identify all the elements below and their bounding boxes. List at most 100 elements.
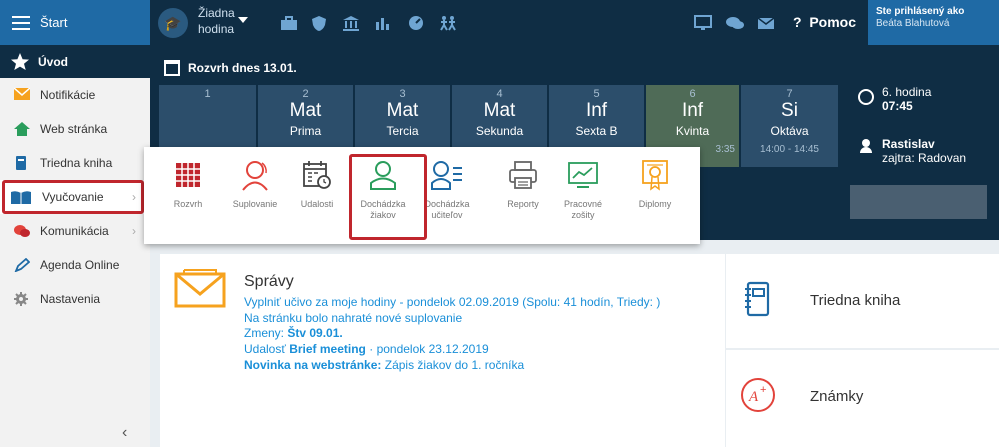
- current-hour: 6. hodina: [882, 85, 932, 99]
- highlight-frame: [349, 154, 427, 240]
- sidebar-item-web-stranka[interactable]: Web stránka: [0, 112, 150, 146]
- envelope-icon: [14, 88, 30, 100]
- subject: Mat: [289, 100, 322, 121]
- grades-label: Známky: [810, 388, 864, 405]
- chat-icon[interactable]: [722, 10, 748, 36]
- screen-share-icon[interactable]: [690, 10, 716, 36]
- message-link[interactable]: Vyplniť učivo za moje hodiny - pondelok …: [244, 295, 660, 309]
- collapse-sidebar-icon[interactable]: ‹: [122, 424, 127, 442]
- substitute-person-icon: [242, 161, 268, 191]
- user-menu[interactable]: Ste prihlásený ako Beáta Blahutová: [868, 0, 999, 45]
- class-name: Tercia: [386, 124, 419, 138]
- help-label: Pomoc: [809, 14, 857, 30]
- class-name: Kvinta: [675, 124, 710, 138]
- submenu-pracovne-zosity[interactable]: Pracovné zošity: [554, 157, 612, 221]
- hour-line1: Žiadna: [198, 6, 235, 20]
- notebook-icon: [745, 281, 770, 317]
- home-icon: [14, 122, 30, 136]
- messages-title: Správy: [244, 273, 294, 290]
- period-number: 3: [399, 88, 406, 100]
- book-icon: [16, 156, 26, 170]
- sidebar-item-uvod[interactable]: Úvod: [0, 45, 150, 78]
- class-name: Prima: [289, 124, 322, 138]
- message-link[interactable]: Novinka na webstránke: Zápis žiakov do 1…: [244, 358, 524, 372]
- subject: Si: [781, 100, 798, 121]
- period-number: 7: [786, 88, 793, 100]
- user-line1: Ste prihlásený ako: [876, 6, 965, 17]
- envelope-icon: [174, 269, 226, 308]
- message-link[interactable]: Udalosť Brief meeting · pondelok 23.12.2…: [244, 342, 489, 356]
- submenu-label: Suplovanie: [232, 199, 278, 209]
- user-name: Beáta Blahutová: [876, 18, 950, 29]
- shield-icon[interactable]: [306, 10, 332, 36]
- submenu-suplovanie[interactable]: Suplovanie: [226, 157, 284, 210]
- message-link[interactable]: Zmeny: Štv 09.01.: [244, 326, 343, 340]
- calendar-grid-icon: [176, 163, 200, 187]
- search-bar[interactable]: [850, 185, 987, 219]
- period-number: 6: [689, 88, 696, 100]
- subject: Mat: [483, 100, 516, 121]
- sidebar-item-triedna-kniha[interactable]: Triedna kniha: [0, 146, 150, 180]
- sidebar-item-label: Notifikácie: [40, 88, 96, 102]
- sidebar: Úvod Notifikácie Web stránka Triedna kni…: [0, 45, 150, 447]
- start-menu-button[interactable]: Štart: [0, 0, 150, 45]
- message-bold: Novinka na webstránke:: [244, 358, 382, 372]
- speedometer-icon[interactable]: [403, 10, 429, 36]
- sidebar-item-notifikacie[interactable]: Notifikácie: [0, 78, 150, 112]
- hour-line2: hodina: [198, 22, 235, 36]
- chevron-right-icon: ›: [132, 224, 136, 238]
- message-bold: Štv 09.01.: [287, 326, 343, 340]
- chat-bubbles-icon: [14, 225, 30, 237]
- class-name: Sekunda: [475, 124, 524, 138]
- duty-person: Rastislav: [882, 137, 935, 151]
- current-hour-selector[interactable]: Žiadna hodina: [198, 5, 235, 37]
- chevron-down-icon[interactable]: [238, 17, 248, 23]
- children-icon[interactable]: [435, 10, 461, 36]
- briefcase-icon[interactable]: [276, 10, 302, 36]
- sidebar-item-label: Agenda Online: [40, 258, 120, 272]
- clock-icon: [858, 89, 874, 105]
- person-icon: [860, 139, 872, 153]
- message-link[interactable]: Na stránku bolo nahraté nové suplovanie: [244, 311, 462, 325]
- current-time: 07:45: [882, 99, 913, 113]
- submenu-label: zošity: [571, 210, 595, 220]
- period-number: 1: [204, 88, 211, 100]
- subject: Mat: [386, 100, 419, 121]
- submenu-rozvrh[interactable]: Rozvrh: [159, 157, 217, 210]
- svg-text:A: A: [748, 389, 759, 405]
- submenu-reporty[interactable]: Reporty: [494, 157, 552, 210]
- question-icon: ?: [793, 14, 806, 30]
- schedule-title-text: Rozvrh dnes 13.01.: [188, 61, 297, 75]
- bar-chart-icon[interactable]: [370, 10, 396, 36]
- sidebar-item-nastavenia[interactable]: Nastavenia: [0, 282, 150, 316]
- mail-icon[interactable]: [753, 10, 779, 36]
- sidebar-item-label: Triedna kniha: [40, 156, 113, 170]
- submenu-udalosti[interactable]: Udalosti: [288, 157, 346, 210]
- calendar-clock-icon: [303, 161, 331, 189]
- submenu-diplomy[interactable]: Diplomy: [626, 157, 684, 210]
- message-suffix: Zápis žiakov do 1. ročníka: [384, 358, 525, 372]
- sidebar-item-label: Úvod: [38, 54, 68, 69]
- help-button[interactable]: ? Pomoc: [793, 14, 856, 30]
- period-number: 2: [302, 88, 309, 100]
- highlight-frame: [2, 180, 144, 214]
- calendar-icon: [164, 60, 180, 76]
- sidebar-item-komunikacia[interactable]: Komunikácia ›: [0, 214, 150, 248]
- submenu-label: Reporty: [507, 199, 539, 209]
- diploma-icon: [642, 160, 668, 191]
- top-bar: Štart 🎓 Žiadna hodina ? Pomoc Ste prihlá…: [0, 0, 999, 45]
- message-bold: Brief meeting: [289, 342, 366, 356]
- sidebar-item-agenda-online[interactable]: Agenda Online: [0, 248, 150, 282]
- schedule-cell[interactable]: 7 Si Oktáva 14:00 - 14:45: [741, 85, 838, 167]
- svg-text:+: +: [760, 384, 766, 396]
- class-name: Sexta B: [575, 124, 618, 138]
- period-number: 4: [496, 88, 503, 100]
- graduation-cap-icon[interactable]: 🎓: [158, 8, 188, 38]
- subject: Inf: [681, 100, 704, 121]
- printer-icon: [509, 161, 537, 189]
- grade-a-plus-icon: A +: [741, 378, 775, 412]
- sidebar-item-label: Komunikácia: [40, 224, 109, 238]
- submenu-label: Diplomy: [638, 199, 672, 209]
- sidebar-item-label: Web stránka: [40, 122, 108, 136]
- bank-icon[interactable]: [338, 10, 364, 36]
